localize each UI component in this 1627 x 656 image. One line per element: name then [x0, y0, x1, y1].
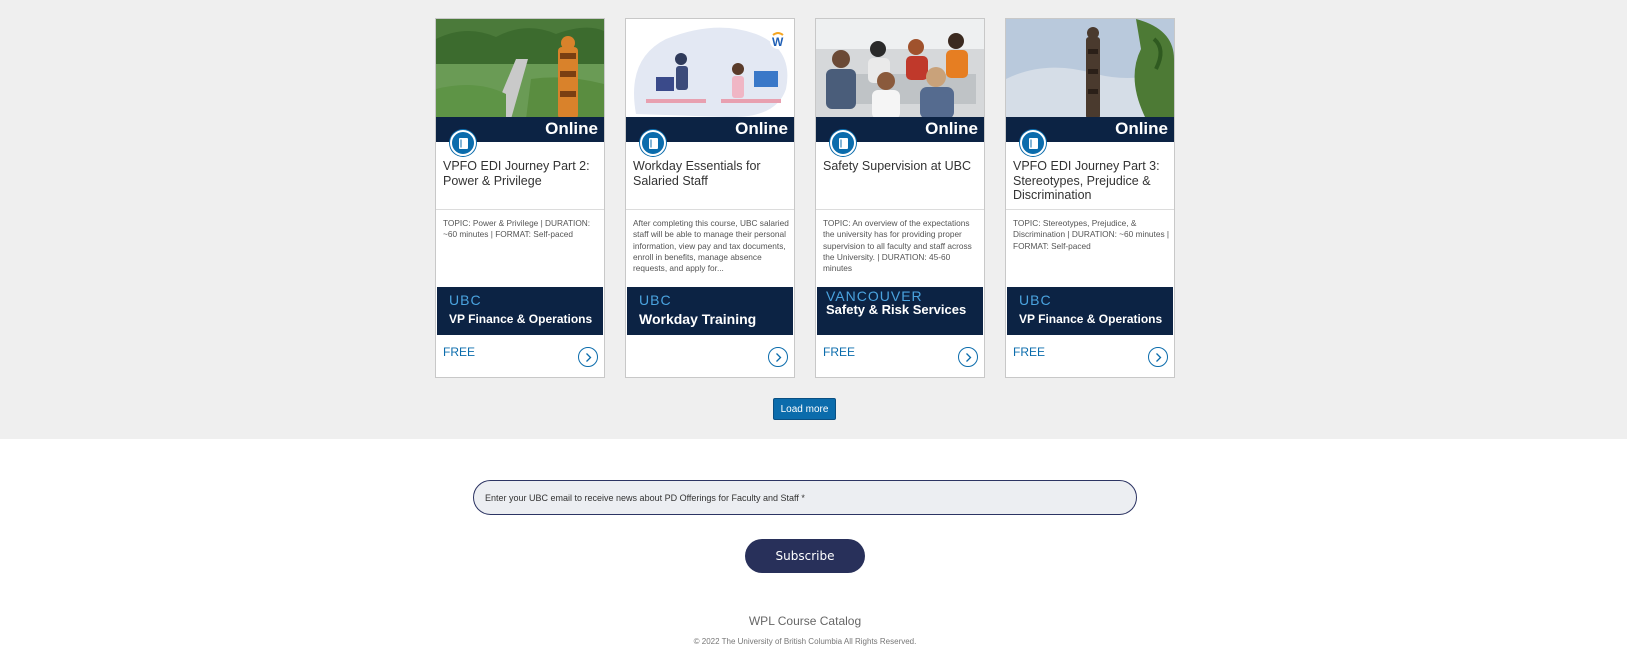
course-card[interactable]: Online VPFO EDI Journey Part 2: Power & … [435, 18, 605, 378]
chevron-right-icon[interactable] [1148, 347, 1168, 367]
card-divider [816, 209, 984, 210]
provider-org: UBC [449, 292, 482, 308]
course-image-workday-office[interactable]: W [626, 19, 794, 119]
format-label: Online [735, 119, 788, 138]
course-image-campus-totem[interactable] [436, 19, 604, 119]
course-card[interactable]: W Online Workday Essentials for Salaried… [625, 18, 795, 378]
newsletter-email-input[interactable] [473, 480, 1137, 515]
card-divider [1006, 209, 1174, 210]
book-icon [450, 130, 476, 156]
provider-unit: Workday Training [639, 311, 757, 327]
price-label: FREE [1013, 345, 1046, 359]
provider-unit: VP Finance & Operations [449, 312, 593, 326]
course-description: TOPIC: Stereotypes, Prejudice, & Discrim… [1013, 218, 1170, 251]
provider-banner: UBC VP Finance & Operations [1007, 287, 1173, 335]
course-image-totem-sky[interactable] [1006, 19, 1174, 119]
course-card[interactable]: Online Safety Supervision at UBC TOPIC: … [815, 18, 985, 378]
subscribe-button[interactable]: Subscribe [745, 539, 865, 573]
footer-title[interactable]: WPL Course Catalog [0, 614, 1610, 628]
course-image-team-meeting[interactable] [816, 19, 984, 119]
load-more-button[interactable]: Load more [773, 398, 836, 420]
chevron-right-icon[interactable] [578, 347, 598, 367]
course-title[interactable]: VPFO EDI Journey Part 2: Power & Privile… [443, 159, 601, 188]
book-icon [1020, 130, 1046, 156]
course-catalog-section: Online VPFO EDI Journey Part 2: Power & … [0, 0, 1627, 439]
course-title[interactable]: VPFO EDI Journey Part 3: Stereotypes, Pr… [1013, 159, 1171, 203]
price-label: FREE [823, 345, 856, 359]
card-divider [436, 209, 604, 210]
course-card-grid: Online VPFO EDI Journey Part 2: Power & … [435, 18, 1175, 378]
chevron-right-icon[interactable] [768, 347, 788, 367]
provider-org: UBC [639, 292, 672, 308]
format-label: Online [545, 119, 598, 138]
course-title[interactable]: Workday Essentials for Salaried Staff [633, 159, 791, 188]
footer-copyright: © 2022 The University of British Columbi… [693, 637, 917, 646]
card-divider [626, 209, 794, 210]
format-label: Online [925, 119, 978, 138]
book-icon [830, 130, 856, 156]
course-title[interactable]: Safety Supervision at UBC [823, 159, 981, 174]
course-card[interactable]: Online VPFO EDI Journey Part 3: Stereoty… [1005, 18, 1175, 378]
provider-banner: UBC Workday Training [627, 287, 793, 335]
course-description: After completing this course, UBC salari… [633, 218, 789, 274]
provider-banner: VANCOUVER Safety & Risk Services [817, 287, 983, 335]
provider-unit: VP Finance & Operations [1019, 312, 1163, 326]
course-description: TOPIC: An overview of the expectations t… [823, 218, 972, 274]
provider-banner: UBC VP Finance & Operations [437, 287, 603, 335]
provider-org: UBC [1019, 292, 1052, 308]
svg-text:W: W [772, 35, 784, 49]
chevron-right-icon[interactable] [958, 347, 978, 367]
book-icon [640, 130, 666, 156]
course-description: TOPIC: Power & Privilege | DURATION: ~60… [443, 218, 591, 240]
price-label: FREE [443, 345, 476, 359]
provider-unit: Safety & Risk Services [826, 302, 967, 317]
format-label: Online [1115, 119, 1168, 138]
